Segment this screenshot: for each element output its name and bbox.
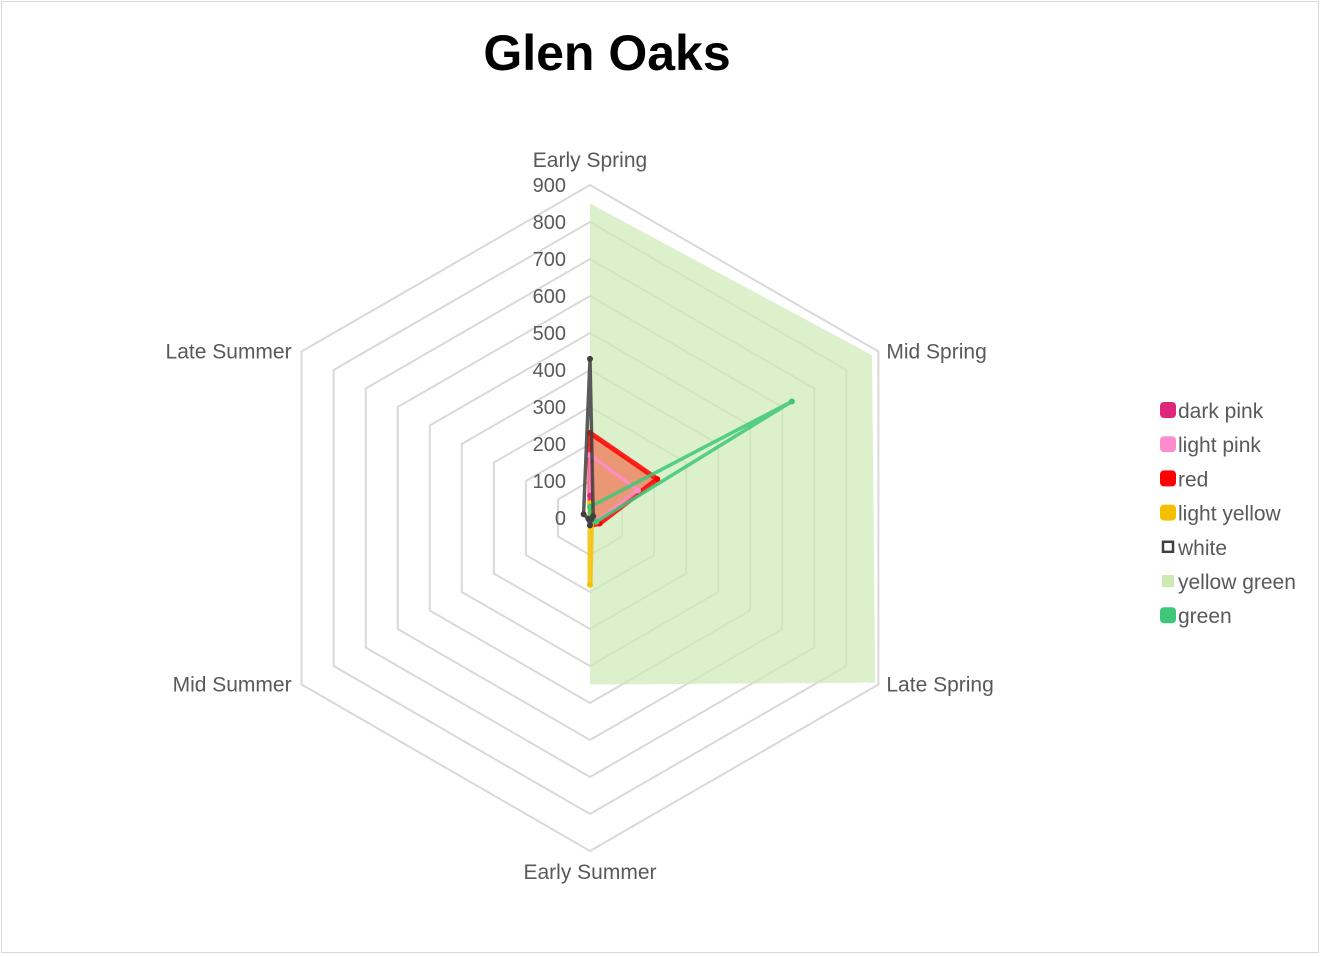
legend-green-swatch: [1160, 607, 1176, 624]
series-white-point-0: [587, 355, 593, 362]
series-white-point-5: [580, 511, 587, 518]
tick-label-900: 900: [533, 175, 566, 197]
series-green-point-1: [788, 398, 795, 405]
legend-dark-pink-label: dark pink: [1178, 400, 1264, 423]
legend-dark-pink-swatch: [1160, 402, 1176, 418]
tick-label-800: 800: [533, 212, 566, 234]
radar-chart: 0 100 200 300 400 500 600 700 800 900 Early Sprin…: [166, 149, 1296, 884]
legend: dark pink light pink red light yellow white y…: [1160, 400, 1296, 628]
category-label-late-spring: Late Spring: [886, 674, 993, 697]
tick-label-300: 300: [533, 397, 566, 419]
legend-light-yellow-swatch: [1160, 504, 1176, 521]
series-white-point-3: [587, 522, 593, 529]
series-green-point-2: [593, 518, 600, 525]
tick-label-100: 100: [533, 471, 566, 493]
tick-labels: 0 100 200 300 400 500 600 700 800 900: [533, 175, 566, 530]
series-light-yellow-point-3: [587, 581, 593, 588]
legend-red-label: red: [1178, 468, 1208, 491]
tick-label-600: 600: [533, 286, 566, 308]
tick-label-400: 400: [533, 360, 566, 382]
series-yellow-green-area: [590, 203, 876, 685]
category-label-mid-spring: Mid Spring: [886, 341, 986, 364]
legend-white-label: white: [1177, 537, 1227, 560]
legend-yellow-green-swatch: [1162, 575, 1174, 587]
series-light-pink-point-1: [635, 487, 642, 494]
category-label-mid-summer: Mid Summer: [173, 674, 292, 697]
legend-green-label: green: [1178, 605, 1232, 628]
category-label-late-summer: Late Summer: [166, 341, 292, 364]
legend-light-pink-swatch: [1160, 436, 1176, 453]
series-red-point-1: [654, 476, 661, 483]
legend-light-pink-label: light pink: [1178, 434, 1261, 457]
category-label-early-summer: Early Summer: [523, 861, 656, 884]
legend-red-swatch: [1160, 470, 1176, 487]
tick-label-700: 700: [533, 249, 566, 271]
legend-white-swatch: [1161, 540, 1175, 554]
series-layer: [580, 203, 876, 685]
tick-label-0: 0: [555, 508, 566, 530]
series-white-point-4: [585, 515, 592, 522]
tick-label-200: 200: [533, 434, 566, 456]
legend-yellow-green-label: yellow green: [1178, 571, 1296, 594]
category-label-early-spring: Early Spring: [533, 149, 647, 172]
tick-label-500: 500: [533, 323, 566, 345]
legend-light-yellow-label: light yellow: [1178, 503, 1282, 526]
